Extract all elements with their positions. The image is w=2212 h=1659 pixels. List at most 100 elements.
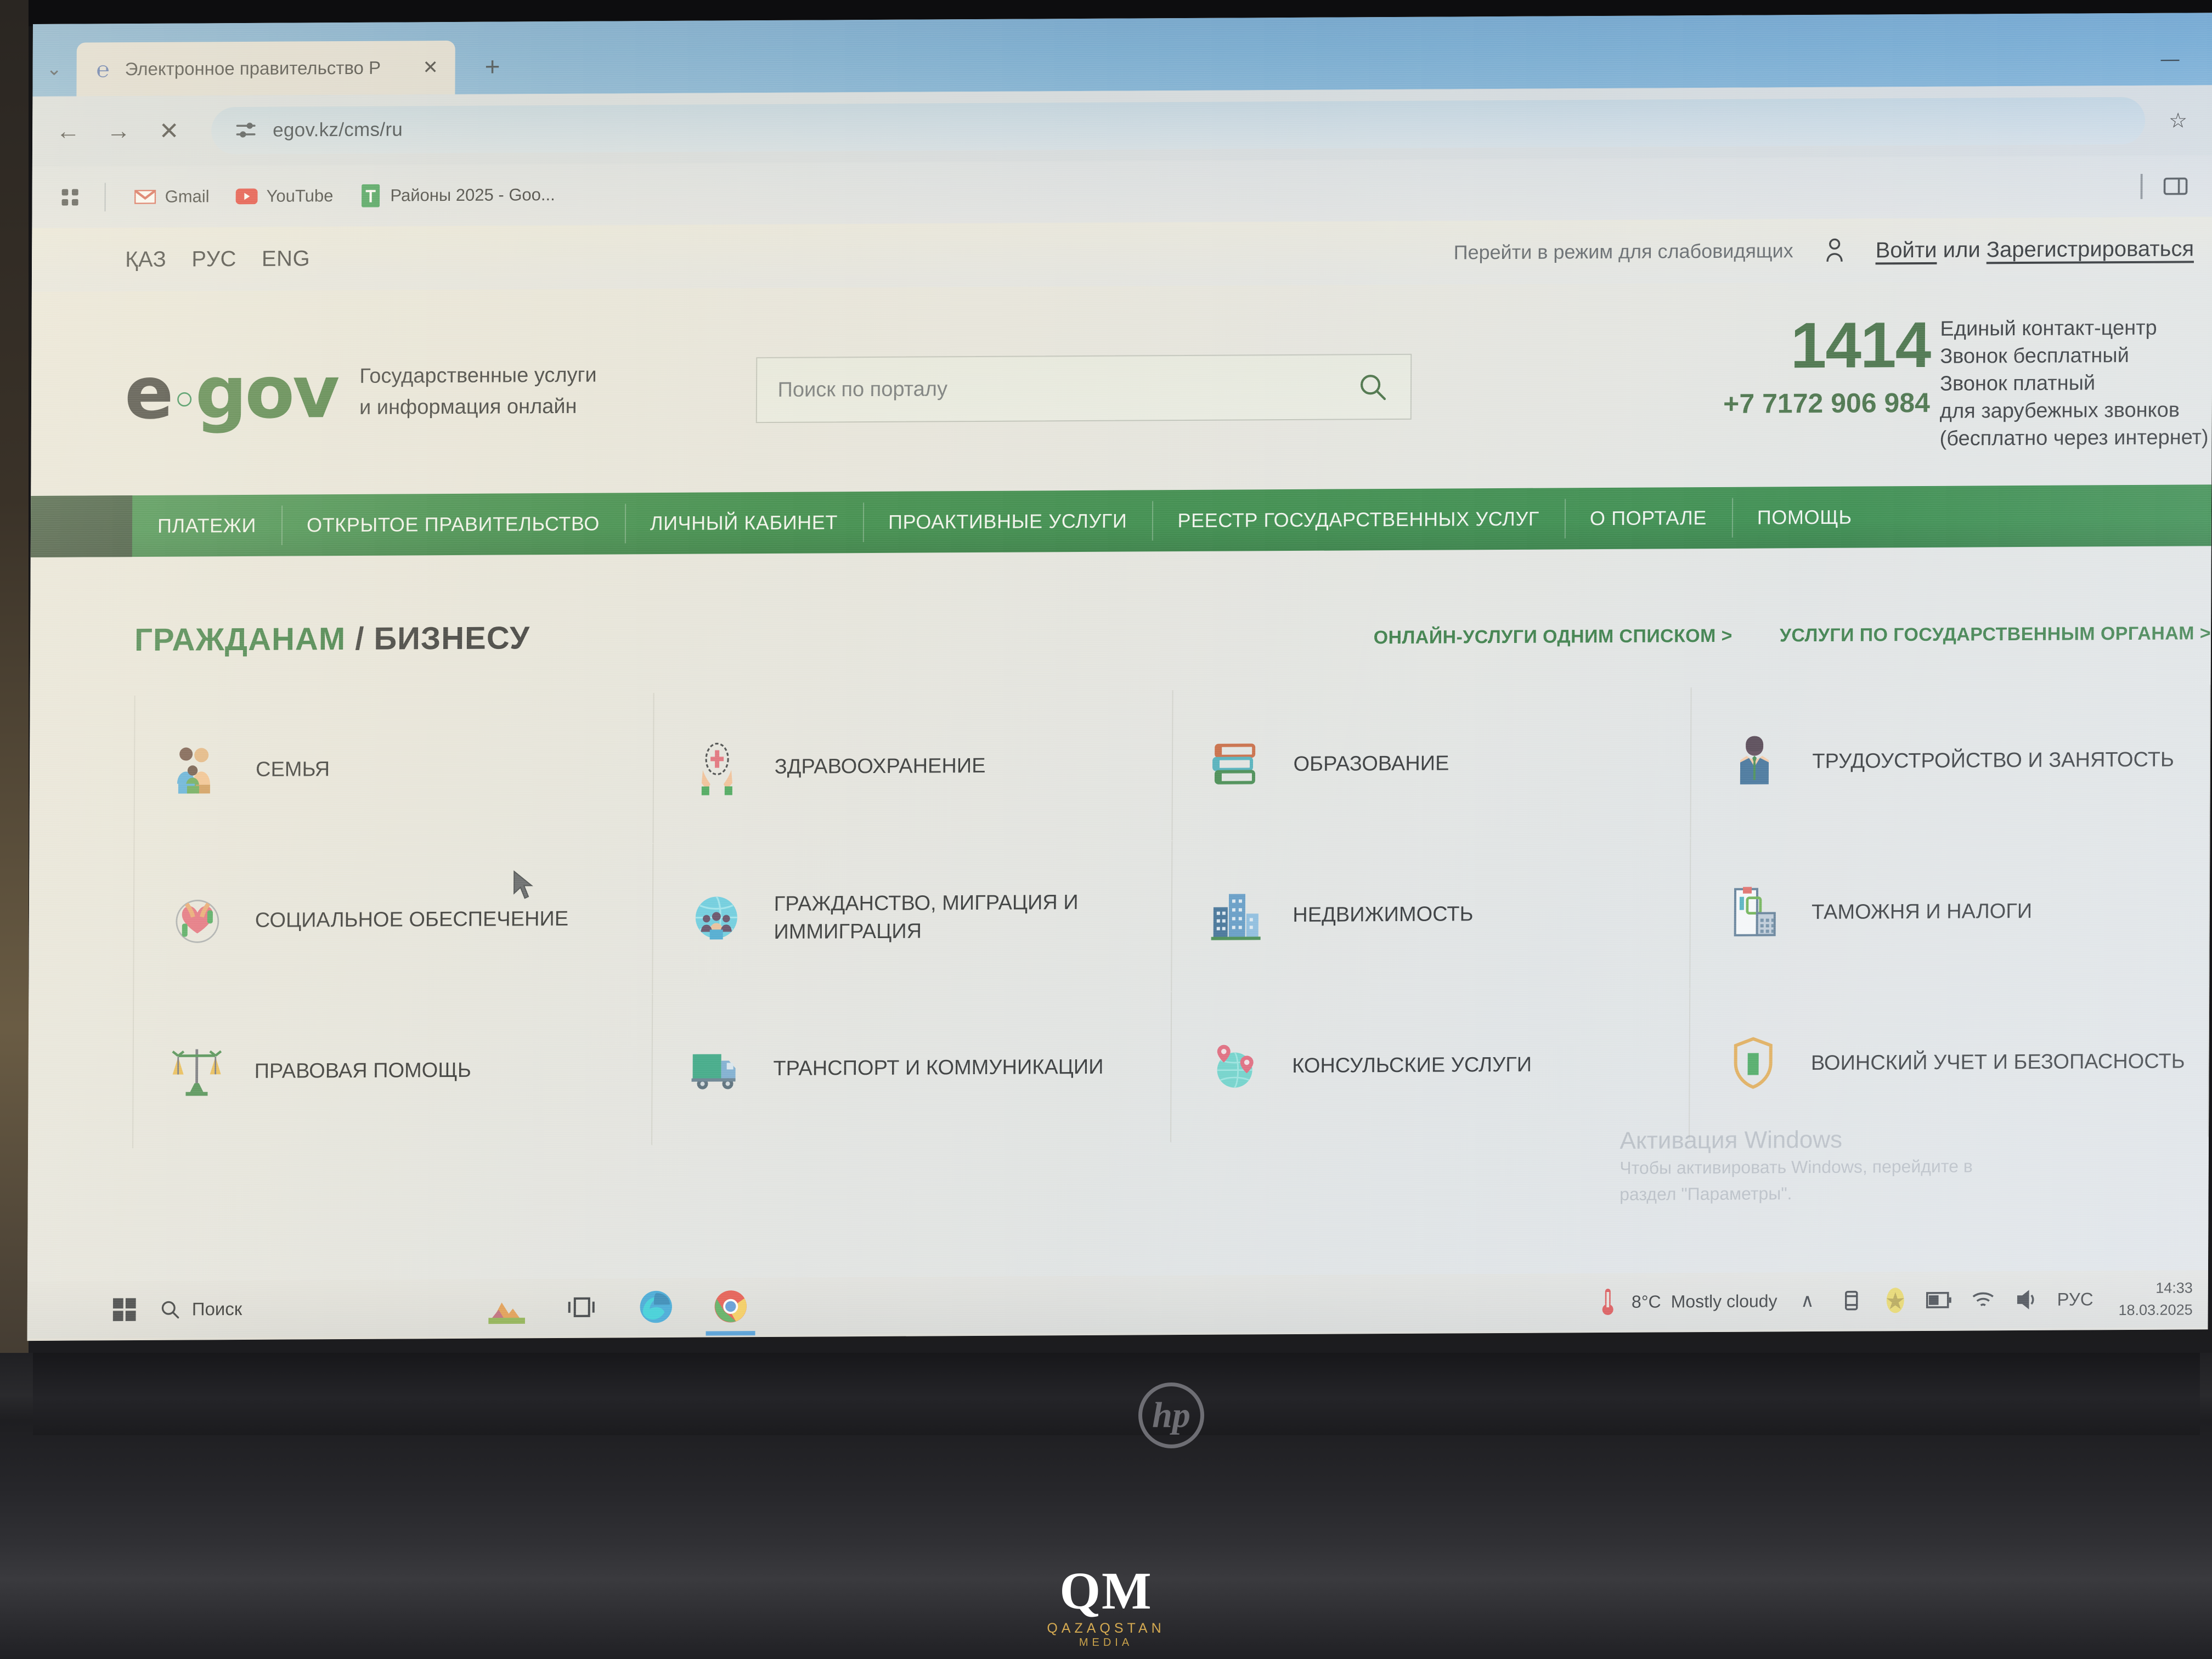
bookmark-youtube[interactable]: YouTube: [222, 176, 346, 216]
login-link[interactable]: Войти: [1876, 238, 1937, 262]
contact-line-2: Звонок бесплатный: [1940, 343, 2129, 368]
close-tab-icon[interactable]: ✕: [418, 57, 443, 78]
weather-condition: Mostly cloudy: [1671, 1290, 1778, 1311]
nav-item-help[interactable]: ПОМОЩЬ: [1732, 486, 1877, 548]
category-employment[interactable]: ТРУДОУСТРОЙСТВО И ЗАНЯТОСТЬ: [1691, 685, 2211, 839]
nav-item-services-registry[interactable]: РЕЕСТР ГОСУДАРСТВЕННЫХ УСЛУГ: [1152, 488, 1565, 551]
page-title-citizens[interactable]: ГРАЖДАНАМ: [134, 621, 346, 658]
bookmarks-bar: Gmail YouTube Районы 2025 - Goo...: [32, 155, 2212, 229]
weather-widget[interactable]: 8°C Mostly cloudy: [1594, 1287, 1778, 1316]
new-tab-button[interactable]: +: [469, 43, 515, 89]
tab-title: Электронное правительство Р: [125, 57, 381, 80]
nav-item-about-portal[interactable]: О ПОРТАЛЕ: [1565, 487, 1732, 550]
category-customs-taxes[interactable]: ТАМОЖНЯ И НАЛОГИ: [1690, 836, 2210, 990]
windows-start-icon[interactable]: [104, 1289, 145, 1330]
nav-item-proactive-services[interactable]: ПРОАКТИВНЫЕ УСЛУГИ: [863, 490, 1153, 553]
tray-overflow-chevron-icon[interactable]: ∧: [1793, 1287, 1821, 1314]
laptop-photo: ⌄ ℮ Электронное правительство Р ✕ + — ← …: [0, 0, 2212, 1659]
egov-logo[interactable]: e◦gov Государственные услуги и информаци…: [125, 350, 597, 436]
low-vision-mode-link[interactable]: Перейти в режим для слабовидящих: [1454, 239, 1793, 264]
security-icon[interactable]: [1881, 1286, 1909, 1314]
laptop-hinge: [33, 1353, 2200, 1435]
back-icon[interactable]: ←: [51, 115, 85, 149]
windows-taskbar: Поиск 8°C Mostly cloudy ∧ РУС 14:33 18.0…: [27, 1270, 2208, 1339]
category-transport[interactable]: ТРАНСПОРТ И КОММУНИКАЦИИ: [652, 992, 1172, 1146]
contact-numbers: 1414 +7 7172 906 984: [1723, 309, 1931, 420]
contact-center-description: Единый контакт-центр Звонок бесплатный З…: [1939, 314, 2209, 453]
bookmark-gmail[interactable]: Gmail: [121, 177, 222, 217]
egov-page: ҚАЗ РУС ENG Перейти в режим для слабовид…: [27, 217, 2212, 1282]
nav-item-open-government[interactable]: ОТКРЫТОЕ ПРАВИТЕЛЬСТВО: [281, 493, 625, 556]
category-migration[interactable]: ГРАЖДАНСТВО, МИГРАЦИЯ И ИММИГРАЦИЯ: [652, 841, 1172, 995]
auth-links[interactable]: Войти или Зарегистрироваться: [1876, 236, 2194, 263]
category-education[interactable]: ОБРАЗОВАНИЕ: [1172, 687, 1692, 842]
page-title-business[interactable]: / БИЗНЕСУ: [346, 620, 530, 657]
category-military-security[interactable]: ВОИНСКИЙ УЧЕТ И БЕЗОПАСНОСТЬ: [1690, 986, 2210, 1141]
contact-center-phone[interactable]: +7 7172 906 984: [1723, 387, 1930, 420]
truck-icon: [683, 1037, 748, 1102]
logo-wordmark: e◦gov: [125, 350, 338, 436]
wifi-icon[interactable]: [1969, 1286, 1996, 1313]
category-healthcare[interactable]: ЗДРАВООХРАНЕНИЕ: [653, 690, 1173, 844]
category-label: СЕМЬЯ: [255, 758, 330, 782]
portal-search-box[interactable]: Поиск по порталу: [755, 353, 1412, 424]
logo-tagline-line1: Государственные услуги: [359, 363, 597, 388]
lang-rus[interactable]: РУС: [191, 247, 236, 272]
customs-tax-icon: [1722, 881, 1787, 946]
bookmark-label: Gmail: [165, 187, 210, 206]
contact-center-number[interactable]: 1414: [1723, 309, 1931, 382]
forward-icon[interactable]: →: [101, 114, 136, 148]
category-consular[interactable]: КОНСУЛЬСКИЕ УСЛУГИ: [1171, 989, 1691, 1143]
category-label: НЕДВИЖИМОСТЬ: [1293, 902, 1474, 927]
search-input[interactable]: Поиск по порталу: [777, 375, 1355, 402]
address-bar[interactable]: egov.kz/cms/ru: [211, 97, 2146, 155]
tune-icon[interactable]: [233, 118, 258, 143]
lang-eng[interactable]: ENG: [262, 246, 310, 271]
input-language-indicator[interactable]: РУС: [2057, 1289, 2093, 1310]
main-navigation: ПЛАТЕЖИ ОТКРЫТОЕ ПРАВИТЕЛЬСТВО ЛИЧНЫЙ КА…: [30, 484, 2212, 558]
logo-tagline-line2: и информация онлайн: [359, 394, 577, 419]
category-social-security[interactable]: СОЦИАЛЬНОЕ ОБЕСПЕЧЕНИЕ: [134, 844, 654, 998]
category-label: ВОИНСКИЙ УЧЕТ И БЕЗОПАСНОСТЬ: [1810, 1049, 2185, 1075]
onedrive-icon[interactable]: [1837, 1287, 1865, 1314]
task-view-icon[interactable]: [561, 1287, 602, 1328]
minimize-button[interactable]: —: [2140, 48, 2200, 70]
category-label: ОБРАЗОВАНИЕ: [1293, 752, 1449, 776]
browser-tab[interactable]: ℮ Электронное правительство Р ✕: [76, 40, 455, 97]
link-all-online-services[interactable]: ОНЛАЙН-УСЛУГИ ОДНИМ СПИСКОМ >: [1374, 625, 1733, 648]
nav-item-personal-account[interactable]: ЛИЧНЫЙ КАБИНЕТ: [625, 492, 864, 554]
consular-globe-icon: [1202, 1034, 1267, 1099]
taskbar-clock[interactable]: 14:33 18.03.2025: [2109, 1277, 2192, 1322]
link-services-by-agency[interactable]: УСЛУГИ ПО ГОСУДАРСТВЕННЫМ ОРГАНАМ >: [1780, 623, 2211, 646]
register-link[interactable]: Зарегистрироваться: [1987, 236, 2194, 262]
browser-toolbar: ← → ✕ egov.kz/cms/ru ☆: [32, 85, 2212, 167]
search-icon[interactable]: [1355, 370, 1389, 404]
tab-search-chevron-icon[interactable]: ⌄: [37, 42, 71, 97]
taskbar-search[interactable]: Поиск: [145, 1285, 257, 1333]
family-icon: [166, 738, 231, 803]
apps-grid-icon[interactable]: [51, 186, 89, 208]
edge-icon[interactable]: [636, 1286, 676, 1327]
bookmarks-divider: [104, 183, 106, 212]
activation-line2: Чтобы активировать Windows, перейдите в: [1620, 1156, 1973, 1178]
bookmark-rayony-2025[interactable]: Районы 2025 - Goo...: [346, 175, 568, 216]
weather-thermometer-icon: [1594, 1288, 1622, 1316]
activation-line3: раздел "Параметры".: [1620, 1183, 1792, 1204]
category-family[interactable]: СЕМЬЯ: [134, 693, 654, 847]
bookmark-label: YouTube: [266, 186, 334, 206]
category-real-estate[interactable]: НЕДВИЖИМОСТЬ: [1171, 838, 1691, 992]
books-icon: [1203, 732, 1268, 798]
lang-kaz[interactable]: ҚАЗ: [125, 247, 166, 272]
language-switcher: ҚАЗ РУС ENG: [125, 246, 310, 272]
stop-icon[interactable]: ✕: [152, 114, 186, 148]
volume-icon[interactable]: [2013, 1286, 2040, 1313]
system-tray: 8°C Mostly cloudy ∧ РУС 14:33 18.03.2025: [1594, 1277, 2193, 1324]
bookmark-star-icon[interactable]: ☆: [2162, 108, 2194, 133]
battery-icon[interactable]: [1925, 1286, 1953, 1314]
logo-gov: gov: [195, 350, 338, 436]
chrome-icon[interactable]: [710, 1286, 751, 1327]
category-legal-aid[interactable]: ПРАВОВАЯ ПОМОЩЬ: [133, 995, 653, 1149]
nav-item-payments[interactable]: ПЛАТЕЖИ: [132, 495, 282, 557]
photos-app-icon[interactable]: [487, 1287, 527, 1328]
bookmarks-overflow[interactable]: [2139, 173, 2194, 199]
